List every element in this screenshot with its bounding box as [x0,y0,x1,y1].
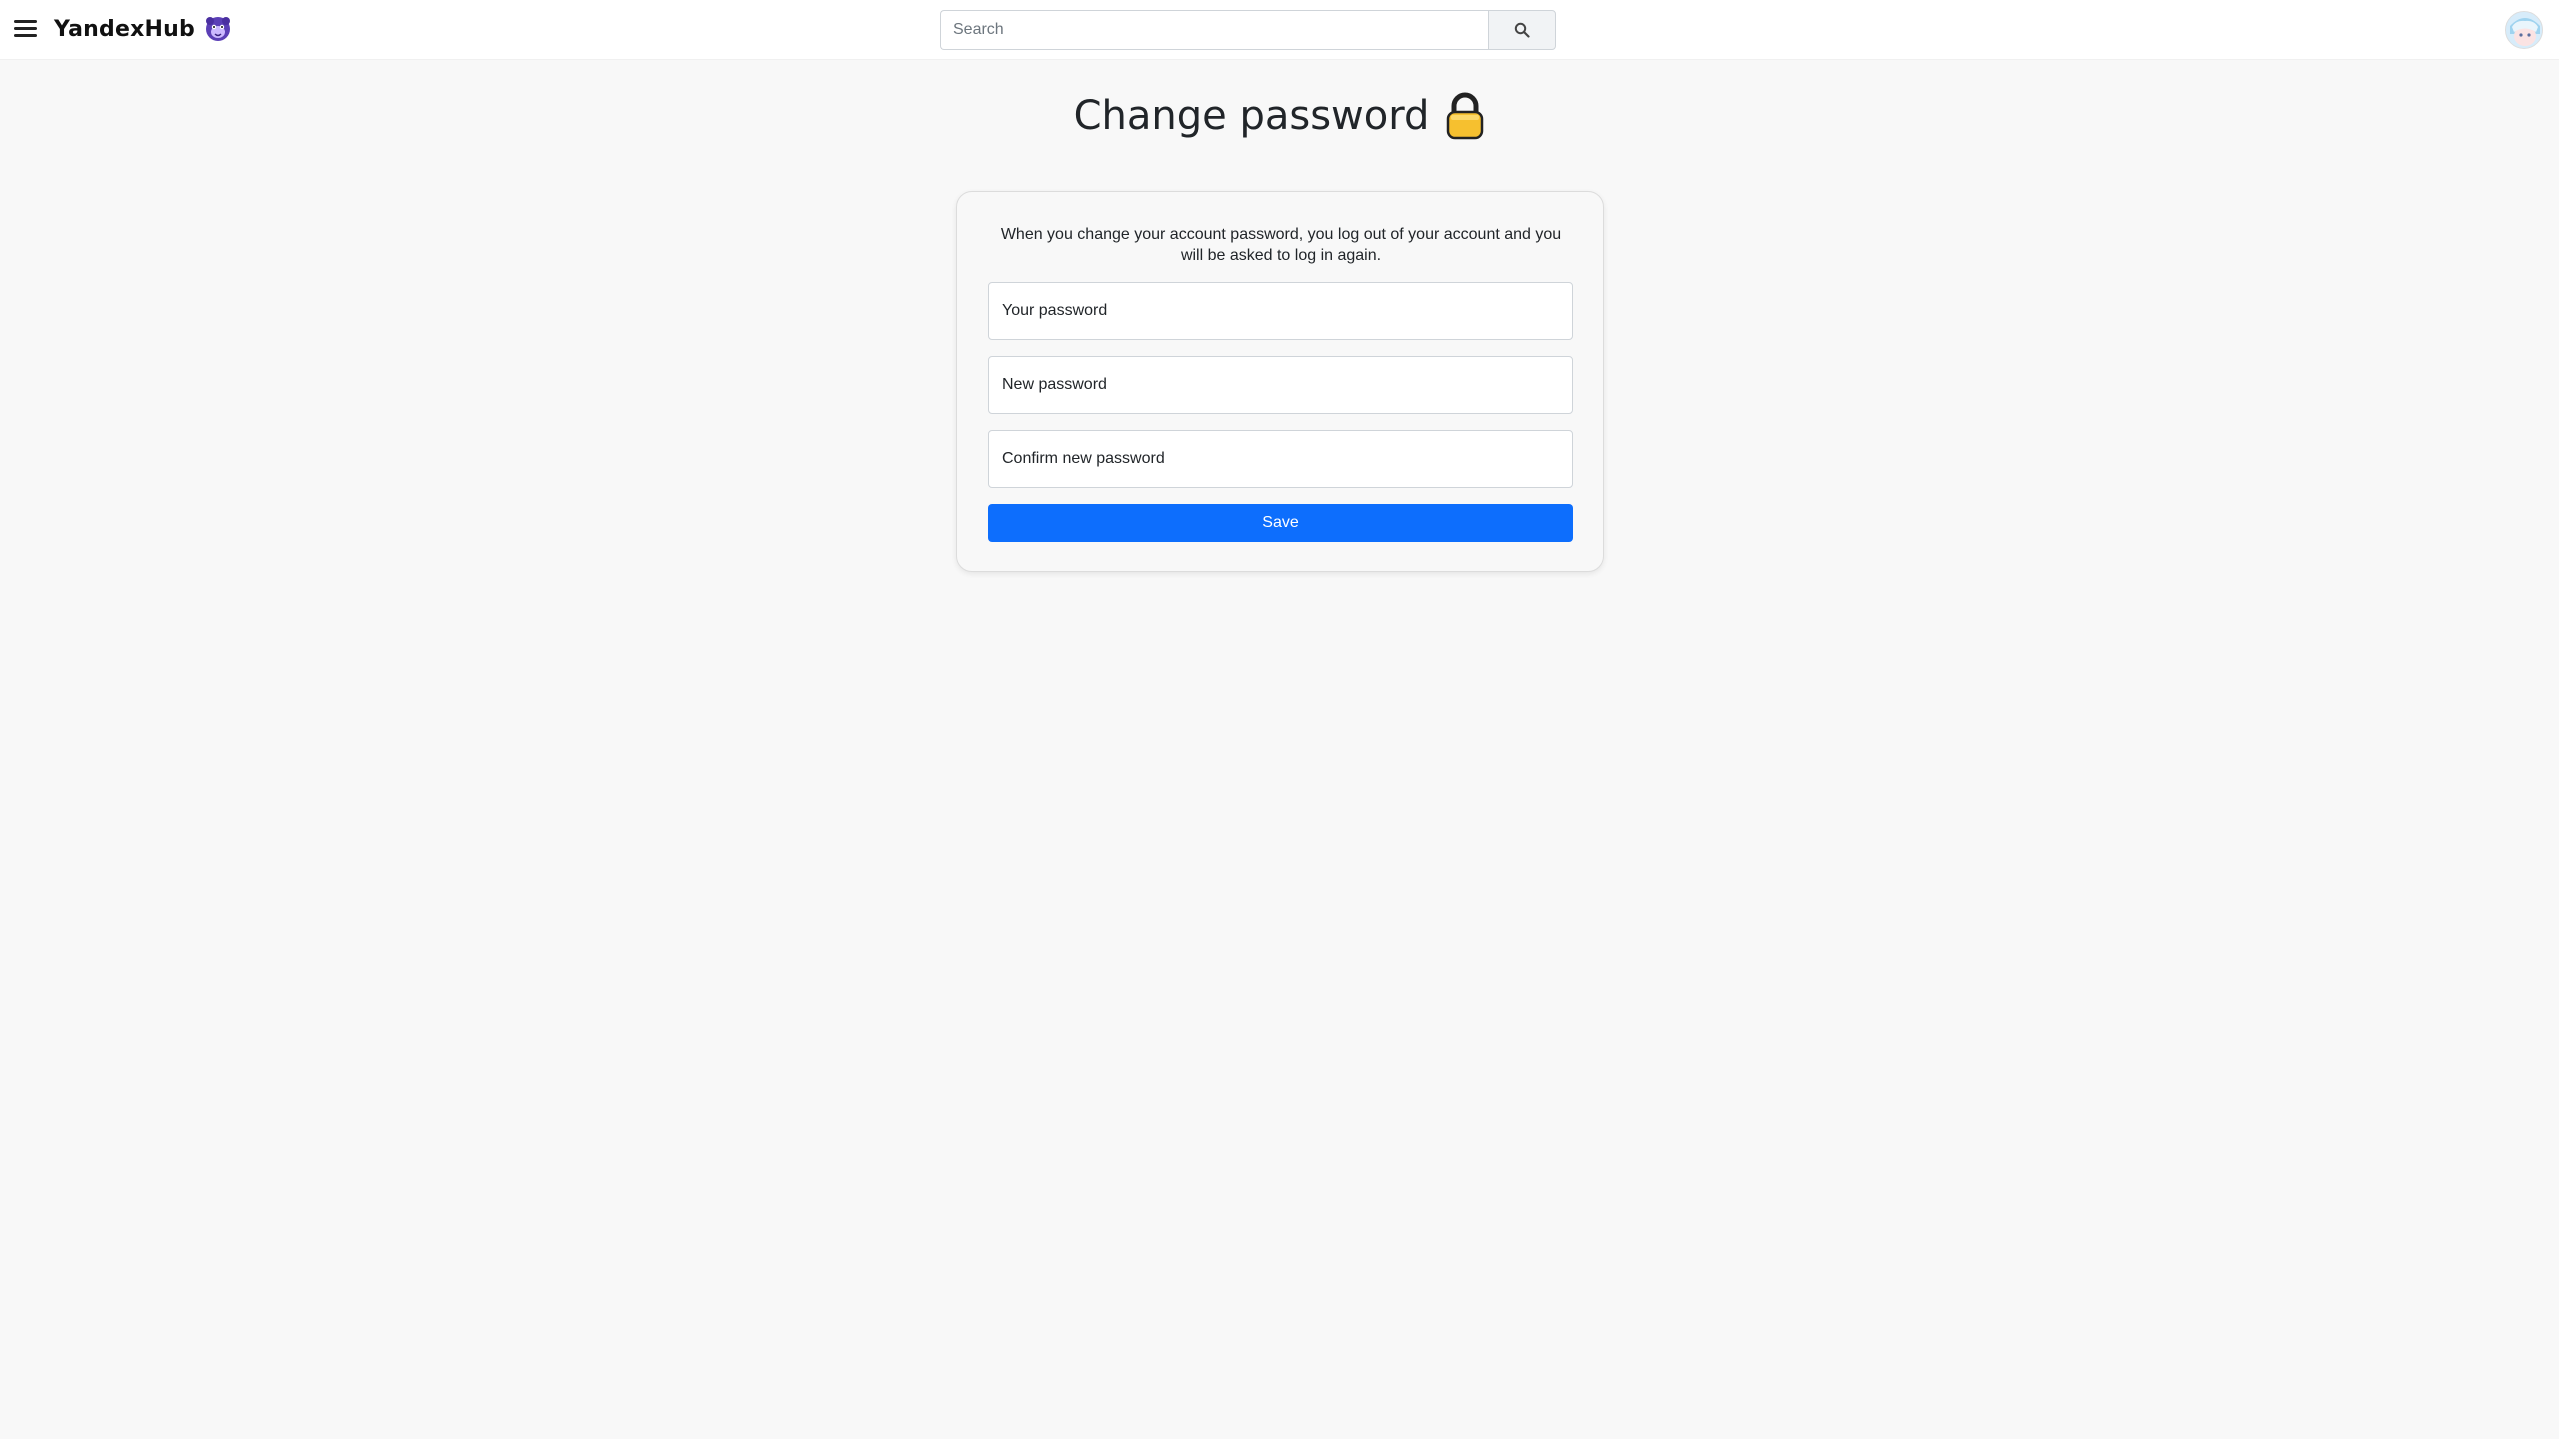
search-bar [940,10,1556,50]
change-password-card: When you change your account password, y… [956,191,1604,572]
save-button[interactable]: Save [988,504,1573,542]
new-password-input[interactable] [988,356,1573,414]
brand-link[interactable]: YandexHub [54,14,233,44]
brand-name: YandexHub [54,16,195,42]
current-password-input[interactable] [988,282,1573,340]
search-button[interactable] [1488,10,1556,50]
page-title: Change password [1073,93,1430,139]
avatar-image [2506,12,2542,48]
top-navbar: YandexHub [0,0,2559,60]
password-change-description: When you change your account password, y… [1000,226,1562,264]
magnifier-search-icon [1514,22,1530,38]
hamburger-menu-icon[interactable] [14,20,37,40]
title-row: Change password [0,92,2559,140]
page-title-wrapper: Change password [1074,92,1486,140]
lock-emoji-icon [1447,92,1484,140]
search-input[interactable] [940,10,1488,50]
confirm-password-input[interactable] [988,430,1573,488]
purple-mascot-logo-icon [205,17,230,41]
user-avatar[interactable] [2505,11,2543,49]
